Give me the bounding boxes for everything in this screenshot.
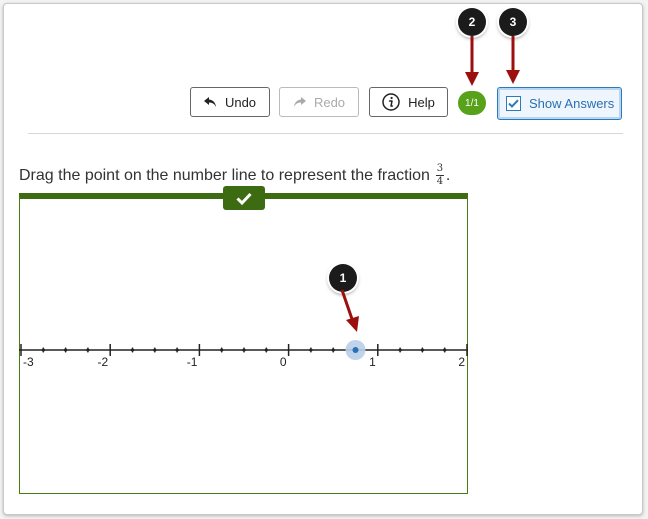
help-button[interactable]: Help xyxy=(369,87,448,117)
prompt-period: . xyxy=(445,166,451,184)
number-line: -3 -2 -1 0 1 2 xyxy=(19,340,468,369)
minor-tick-dot xyxy=(175,348,179,352)
tick-label: 2 xyxy=(458,355,465,369)
correct-badge xyxy=(223,186,265,210)
redo-label: Redo xyxy=(313,94,346,110)
tick-label: -1 xyxy=(187,355,198,369)
toolbar-divider xyxy=(28,133,623,134)
checkmark-icon xyxy=(236,192,252,205)
show-answers-toggle[interactable]: Show Answers xyxy=(497,87,622,120)
score-badge: 1/1 xyxy=(458,91,486,115)
callout-2-arrow xyxy=(465,36,479,86)
fraction-numerator: 3 xyxy=(436,163,444,174)
undo-button[interactable]: Undo xyxy=(190,87,270,117)
minor-tick-dot xyxy=(420,348,424,352)
minor-tick-dot xyxy=(331,348,335,352)
callout-1-arrow xyxy=(340,289,359,332)
undo-icon xyxy=(203,96,216,107)
minor-tick-dot xyxy=(242,348,246,352)
show-answers-label: Show Answers xyxy=(529,96,615,111)
help-label: Help xyxy=(408,94,435,110)
tick-label: 0 xyxy=(280,355,287,369)
info-icon xyxy=(382,93,400,111)
prompt-text: Drag the point on the number line to rep… xyxy=(19,166,430,184)
minor-tick-dot xyxy=(264,348,268,352)
draggable-point[interactable] xyxy=(352,347,359,353)
minor-tick-dot xyxy=(309,348,313,352)
redo-icon xyxy=(293,96,306,107)
tick-label: -3 xyxy=(23,355,34,369)
minor-tick-dot xyxy=(443,348,447,352)
checkmark-icon xyxy=(508,99,519,108)
minor-tick-dot xyxy=(64,348,68,352)
callout-2: 2 xyxy=(458,8,486,36)
redo-button[interactable]: Redo xyxy=(279,87,359,117)
callout-3: 3 xyxy=(499,8,527,36)
fraction: 3 4 xyxy=(435,163,444,187)
minor-tick-dot xyxy=(398,348,402,352)
minor-tick-dot xyxy=(153,348,157,352)
question-prompt: Drag the point on the number line to rep… xyxy=(19,164,450,187)
tick-label: -2 xyxy=(98,355,109,369)
tick-label: 1 xyxy=(369,355,376,369)
minor-tick-dot xyxy=(130,348,135,352)
minor-tick-dot xyxy=(41,348,45,352)
minor-tick-dot xyxy=(220,348,224,352)
callout-3-arrow xyxy=(506,36,520,84)
minor-tick-dot xyxy=(86,348,90,352)
show-answers-checkbox[interactable] xyxy=(506,96,521,111)
fraction-denominator: 4 xyxy=(436,176,444,187)
undo-label: Undo xyxy=(224,94,257,110)
